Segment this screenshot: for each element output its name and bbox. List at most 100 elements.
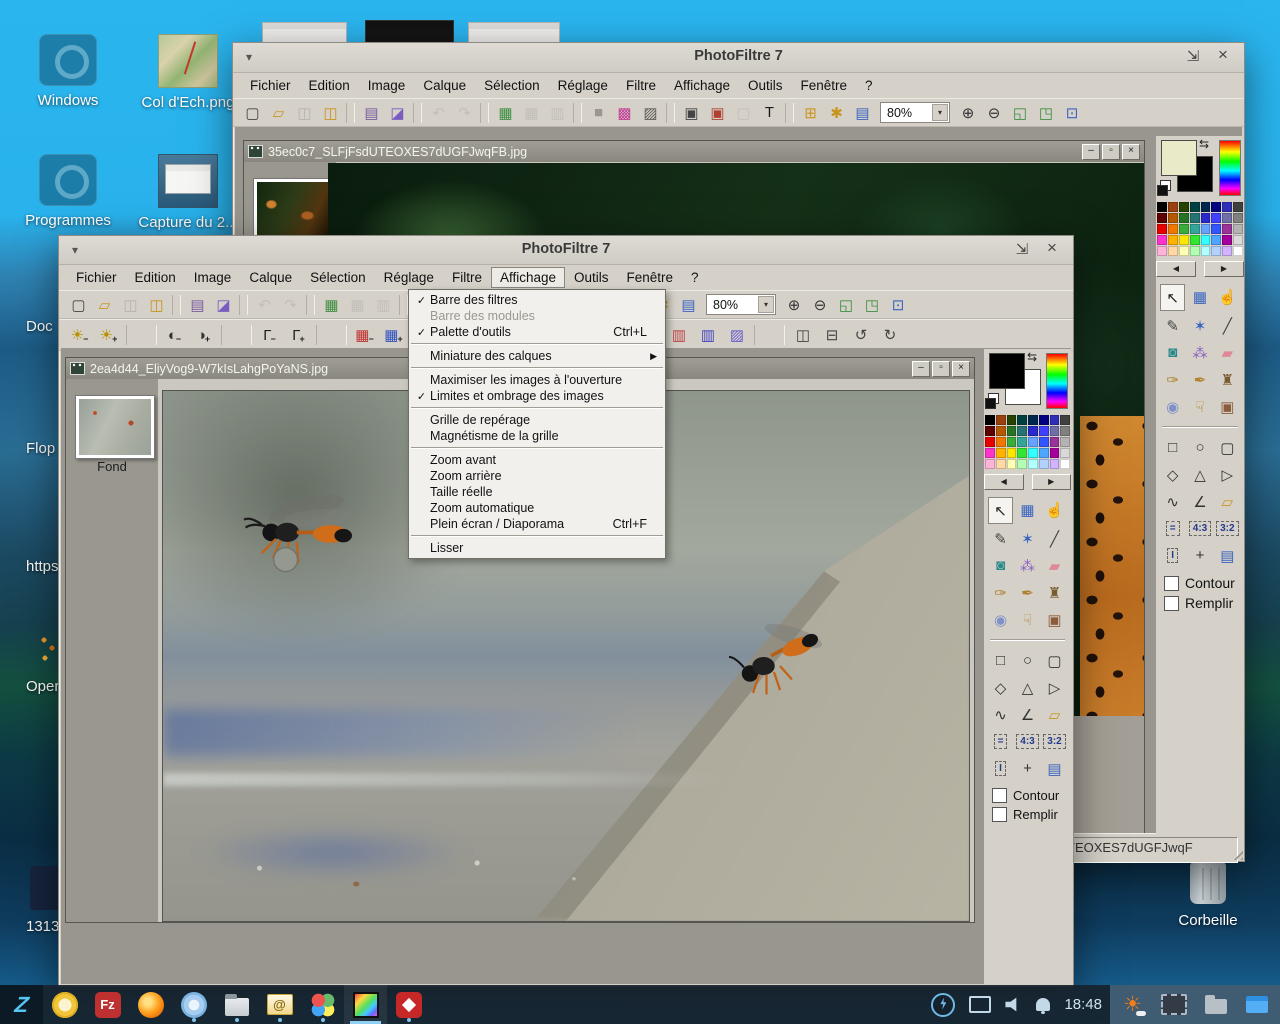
palette-scroll-right-button[interactable]: ▶ <box>1204 261 1244 277</box>
color-cell[interactable] <box>1157 235 1167 245</box>
color-cell[interactable] <box>1168 246 1178 256</box>
menu-option[interactable]: Zoom automatique <box>409 500 665 516</box>
color-cell[interactable] <box>1222 202 1232 212</box>
color-cell[interactable] <box>1222 213 1232 223</box>
color-cell[interactable] <box>1233 246 1243 256</box>
color-cell[interactable] <box>1190 213 1200 223</box>
menu-item[interactable]: Affichage <box>665 75 739 96</box>
minimize-icon[interactable]: – <box>1082 144 1100 160</box>
color-cell[interactable] <box>1050 437 1060 447</box>
color-cell[interactable] <box>996 459 1006 469</box>
color-cell[interactable] <box>1039 448 1049 458</box>
zorin-menu-icon[interactable]: Z <box>0 985 43 1024</box>
color-cell[interactable] <box>1233 235 1243 245</box>
default-colors-icon[interactable] <box>1160 180 1171 191</box>
pointer-tool[interactable]: ↖ <box>988 497 1013 524</box>
color-cell[interactable] <box>1190 246 1200 256</box>
color-cell[interactable] <box>1017 415 1027 425</box>
desktop-icon[interactable]: Windows <box>8 26 128 146</box>
yellow-app-icon[interactable] <box>43 985 86 1024</box>
contrast-plus-icon[interactable]: ◑+ <box>189 324 218 346</box>
playonlinux-icon[interactable] <box>301 985 344 1024</box>
color-cell[interactable] <box>1179 235 1189 245</box>
blur-tool[interactable]: ◉ <box>1160 394 1185 419</box>
title-bar[interactable]: ▾ PhotoFiltre 7 ⇲ × <box>59 236 1073 265</box>
color-cell[interactable] <box>1168 202 1178 212</box>
tools-icon[interactable]: ✱ <box>823 102 849 124</box>
color-cell[interactable] <box>1233 202 1243 212</box>
fullscreen-icon[interactable]: ⊡ <box>885 294 911 316</box>
color-cell[interactable] <box>1222 224 1232 234</box>
color-cell[interactable] <box>1211 246 1221 256</box>
menu-option[interactable]: Lisser <box>409 540 665 556</box>
brightness-minus-icon[interactable]: ☀− <box>65 324 94 346</box>
manual-selection-tool[interactable]: + <box>1187 543 1212 568</box>
color-cell[interactable] <box>1028 448 1038 458</box>
print-icon[interactable]: ▤ <box>358 102 384 124</box>
color-cell[interactable] <box>1157 224 1167 234</box>
color-cell[interactable] <box>1060 448 1070 458</box>
magic-wand-tool[interactable]: ✶ <box>1015 526 1040 551</box>
color-cell[interactable] <box>1017 459 1027 469</box>
color-cell[interactable] <box>1179 224 1189 234</box>
image-duplicate-icon[interactable]: ▦ <box>518 102 544 124</box>
brush-tool[interactable]: ✑ <box>1160 367 1185 392</box>
ratio-3-2-tool[interactable]: 3:2 <box>1042 729 1067 754</box>
color-cell[interactable] <box>1201 224 1211 234</box>
close-icon[interactable]: × <box>1212 45 1234 65</box>
scan-icon[interactable]: ◪ <box>210 294 236 316</box>
combo-dropdown-icon[interactable]: ▾ <box>758 296 774 313</box>
close-icon[interactable]: × <box>1122 144 1140 160</box>
flip-vertical-icon[interactable]: ⊟ <box>817 324 846 346</box>
blur-tool[interactable]: ◉ <box>988 607 1013 632</box>
palette-scroll-left-button[interactable]: ◀ <box>984 474 1024 490</box>
advanced-brush-tool[interactable]: ✒ <box>1187 367 1212 392</box>
zoom-in-icon[interactable]: ⊕ <box>955 102 981 124</box>
color-cell[interactable] <box>1050 415 1060 425</box>
print-icon[interactable]: ▤ <box>184 294 210 316</box>
color-cell[interactable] <box>1233 213 1243 223</box>
zoom-select[interactable]: 80% ▾ <box>706 294 776 315</box>
eraser-tool[interactable]: ▰ <box>1042 553 1067 578</box>
artistic-tool[interactable]: ▣ <box>1215 394 1240 419</box>
desktop-icon-label[interactable]: https <box>26 558 59 575</box>
transparent-color-icon[interactable]: ▨ <box>722 324 751 346</box>
magic-wand-tool[interactable]: ✶ <box>1187 313 1212 338</box>
menu-item[interactable]: Fichier <box>67 267 126 288</box>
modules-icon[interactable]: ▤ <box>675 294 701 316</box>
gamma-minus-icon[interactable]: Γ− <box>255 324 284 346</box>
clock[interactable]: 18:48 <box>1064 996 1102 1013</box>
color-cell[interactable] <box>1211 202 1221 212</box>
selection-options-tool[interactable]: ▤ <box>1215 543 1240 568</box>
select-lasso-tool[interactable]: ∿ <box>1160 489 1185 514</box>
minimize-icon[interactable]: – <box>912 361 930 377</box>
color-cell[interactable] <box>1039 437 1049 447</box>
modules-icon[interactable]: ▤ <box>849 102 875 124</box>
brightness-plus-icon[interactable]: ☀+ <box>94 324 123 346</box>
menu-item[interactable]: Outils <box>565 267 618 288</box>
menu-item[interactable]: Calque <box>414 75 475 96</box>
color-cell[interactable] <box>1201 235 1211 245</box>
color-cell[interactable] <box>1007 448 1017 458</box>
undo-icon[interactable]: ↶ <box>425 102 451 124</box>
color-cell[interactable] <box>1028 415 1038 425</box>
color-cell[interactable] <box>1179 246 1189 256</box>
combo-dropdown-icon[interactable]: ▾ <box>932 104 948 121</box>
color-cell[interactable] <box>1007 415 1017 425</box>
color-cell[interactable] <box>1190 224 1200 234</box>
color-cell[interactable] <box>985 426 995 436</box>
desktop-icon-label[interactable]: Oper <box>26 678 59 695</box>
select-diamond-tool[interactable]: ◇ <box>988 675 1013 700</box>
undo-icon[interactable]: ↶ <box>251 294 277 316</box>
select-triangle-tool[interactable]: △ <box>1015 675 1040 700</box>
color-cell[interactable] <box>1190 202 1200 212</box>
contour-checkbox[interactable] <box>1164 576 1179 591</box>
gamma-plus-icon[interactable]: Γ+ <box>284 324 313 346</box>
paste-selection-icon[interactable]: ▢ <box>730 102 756 124</box>
menu-item[interactable]: Image <box>185 267 241 288</box>
select-triangle-tool[interactable]: △ <box>1187 462 1212 487</box>
menu-option[interactable]: Maximiser les images à l'ouverture <box>409 372 665 388</box>
color-cell[interactable] <box>1039 426 1049 436</box>
ratio-4-3-tool[interactable]: 4:3 <box>1187 516 1212 541</box>
fit-window-icon[interactable]: ◳ <box>1033 102 1059 124</box>
